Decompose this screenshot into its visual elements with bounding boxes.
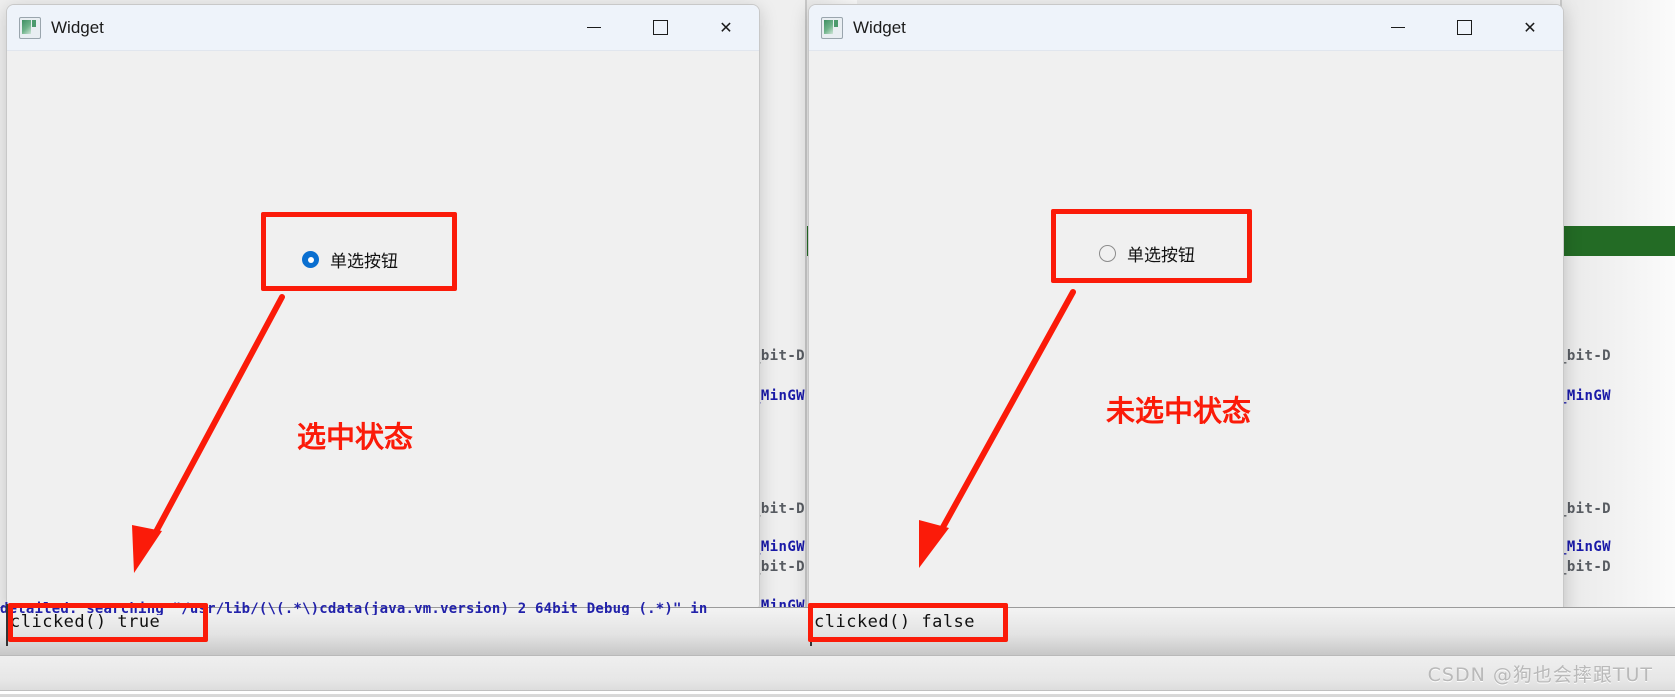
maximize-button[interactable]: [627, 5, 693, 50]
maximize-icon: [652, 20, 668, 35]
close-icon: ✕: [1523, 17, 1537, 37]
background-green-highlight-right: [1562, 226, 1675, 256]
window-body-right: 单选按钮: [809, 51, 1563, 617]
maximize-icon: [1456, 20, 1472, 35]
caption-buttons-left: ✕: [561, 5, 759, 50]
background-code-column-right: [1560, 0, 1675, 630]
minimize-icon: [1391, 26, 1405, 29]
minimize-button[interactable]: [1365, 5, 1431, 50]
radio-indicator-icon: [1099, 245, 1116, 262]
background-code-fragment: _bit-D: [1558, 348, 1611, 364]
minimize-icon: [587, 26, 601, 29]
close-button[interactable]: ✕: [1497, 5, 1563, 50]
background-code-fragment: _bit-D: [1558, 501, 1611, 517]
footer-rule: [0, 690, 1675, 694]
minimize-button[interactable]: [561, 5, 627, 50]
background-code-fragment: _bit-D: [1558, 559, 1611, 575]
radio-indicator-icon: [302, 251, 319, 268]
radio-button-label: 单选按钮: [330, 252, 398, 272]
console-caret-left: [6, 604, 8, 646]
radio-button-unselected[interactable]: 单选按钮: [1099, 241, 1195, 266]
titlebar-right[interactable]: Widget ✕: [809, 5, 1563, 51]
background-code-fragment: _MinGW: [1558, 388, 1611, 404]
console-output-right: clicked() false: [814, 612, 976, 632]
widget-window-right[interactable]: Widget ✕ 单选按钮: [808, 4, 1564, 618]
window-title: Widget: [51, 17, 104, 37]
window-title: Widget: [853, 17, 906, 37]
background-code-fragment: _MinGW: [1558, 539, 1611, 555]
window-body-left: 单选按钮: [7, 51, 759, 611]
close-icon: ✕: [719, 17, 733, 37]
screenshot-root: _bit-D _MinGW _bit-D _MinGW _bit-D _MinG…: [0, 0, 1675, 697]
csdn-watermark: CSDN @狗也会摔跟TUT: [1427, 664, 1653, 686]
console-caret-right: [810, 604, 812, 646]
radio-button-selected[interactable]: 单选按钮: [302, 247, 398, 272]
console-output-left: clicked() true: [10, 612, 161, 632]
close-button[interactable]: ✕: [693, 5, 759, 50]
titlebar-left[interactable]: Widget ✕: [7, 5, 759, 51]
app-window-icon: [821, 16, 843, 39]
app-window-icon: [19, 16, 41, 39]
maximize-button[interactable]: [1431, 5, 1497, 50]
widget-window-left[interactable]: Widget ✕ 单选按钮: [6, 4, 760, 612]
radio-button-label: 单选按钮: [1127, 246, 1195, 266]
caption-buttons-right: ✕: [1365, 5, 1563, 50]
